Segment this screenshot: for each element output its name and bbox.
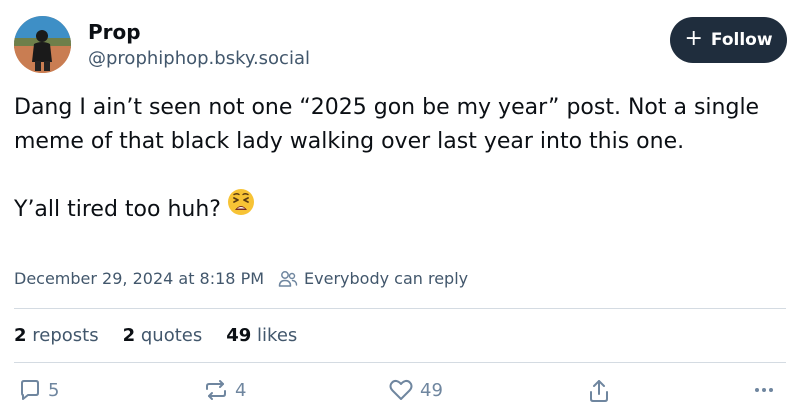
author-name[interactable]: Prop — [88, 20, 141, 44]
follow-button[interactable]: + Follow — [670, 17, 787, 63]
reposts-label: reposts — [32, 325, 99, 346]
repost-icon — [206, 380, 226, 400]
post-paragraph: Y’all tired too huh? — [14, 188, 794, 227]
more-icon — [755, 388, 773, 392]
author-handle[interactable]: @prophiphop.bsky.social — [88, 48, 310, 69]
like-button[interactable]: 49 — [388, 378, 443, 402]
post-actions: 5 4 49 — [0, 378, 800, 414]
post-text: Dang I ain’t seen not one “2025 gon be m… — [14, 91, 794, 227]
share-icon — [590, 380, 608, 402]
likes-stat[interactable]: 49 likes — [226, 325, 297, 346]
likes-count: 49 — [226, 325, 252, 346]
follow-button-label: Follow — [710, 30, 773, 50]
post-timestamp[interactable]: December 29, 2024 at 8:18 PM — [14, 269, 264, 288]
quotes-label: quotes — [140, 325, 203, 346]
reply-icon — [21, 380, 39, 400]
heart-icon — [389, 379, 413, 400]
reposts-count: 2 — [14, 325, 27, 346]
avatar[interactable] — [14, 16, 71, 73]
quotes-stat[interactable]: 2 quotes — [123, 325, 203, 346]
post-paragraph: Dang I ain’t seen not one “2025 gon be m… — [14, 95, 760, 154]
post-meta: December 29, 2024 at 8:18 PM Everybody c… — [14, 269, 468, 288]
more-options-button[interactable] — [752, 378, 776, 402]
likes-label: likes — [257, 325, 298, 346]
repost-button[interactable]: 4 — [203, 378, 246, 402]
reply-count: 5 — [48, 379, 60, 401]
reposts-stat[interactable]: 2 reposts — [14, 325, 99, 346]
like-count: 49 — [420, 379, 443, 401]
avatar-image — [14, 16, 71, 73]
post-paragraph-text: Y’all tired too huh? — [14, 197, 221, 222]
reply-setting-label: Everybody can reply — [304, 269, 469, 288]
reply-setting: Everybody can reply — [278, 269, 468, 288]
share-button[interactable] — [587, 378, 611, 404]
tired-face-emoji — [227, 188, 255, 227]
plus-icon: + — [684, 26, 703, 51]
divider — [14, 308, 786, 309]
repost-count: 4 — [235, 379, 247, 401]
engagement-stats: 2 reposts 2 quotes 49 likes — [14, 325, 297, 346]
reply-button[interactable]: 5 — [18, 378, 59, 402]
quotes-count: 2 — [122, 325, 136, 346]
people-icon — [278, 270, 298, 287]
divider — [14, 362, 786, 363]
